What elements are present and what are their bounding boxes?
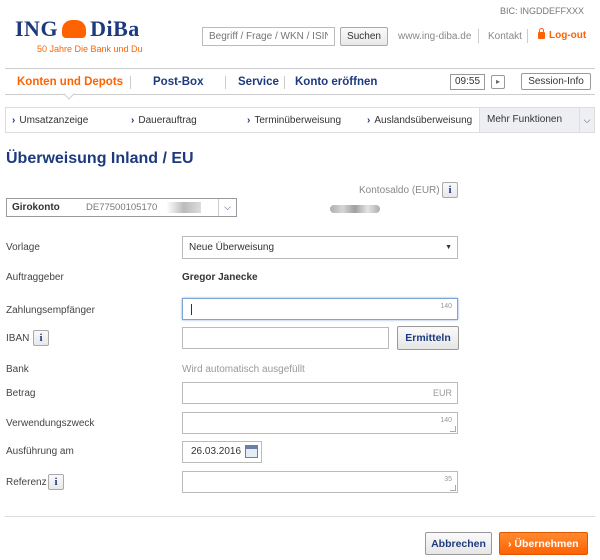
chevron-right-icon: › (131, 115, 135, 126)
account-select[interactable]: Girokonto DE77500105170 ⌵ (6, 198, 237, 217)
empfaenger-char-counter: 140 (440, 303, 452, 310)
subnav-label: Umsatzanzeige (19, 115, 89, 126)
submit-label: Übernehmen (514, 537, 579, 550)
search-button[interactable]: Suchen (340, 27, 388, 46)
bank-label: Bank (6, 364, 29, 375)
vorlage-label: Vorlage (6, 242, 40, 253)
ausfuehrung-date-input[interactable]: 26.03.2016 (182, 441, 262, 463)
subnav-dauerauftrag[interactable]: › Dauerauftrag (131, 115, 197, 126)
bic-code: BIC: INGDDEFFXXX (499, 6, 584, 16)
subnav-label: Terminüberweisung (254, 115, 342, 126)
currency-label: EUR (432, 388, 452, 398)
nav-service[interactable]: Service (238, 76, 279, 88)
vorlage-select[interactable]: Neue Überweisung ▼ (182, 236, 458, 259)
empfaenger-label: Zahlungsempfänger (6, 305, 95, 316)
chevron-right-icon: › (508, 537, 512, 550)
dropdown-arrow-icon: ▼ (445, 244, 452, 251)
chevron-down-icon[interactable]: ⌵ (579, 108, 594, 132)
verwendungszweck-label: Verwendungszweck (6, 418, 95, 429)
betrag-label: Betrag (6, 388, 36, 399)
info-icon[interactable]: i (48, 474, 64, 490)
auftraggeber-label: Auftraggeber (6, 272, 64, 283)
chevron-right-icon: › (12, 115, 16, 126)
balance-value-obscured (330, 205, 380, 213)
nav-konto-eroeffnen[interactable]: Konto eröffnen (295, 76, 377, 88)
ing-diba-logo[interactable]: ING DiBa 50 Jahre Die Bank und Du (15, 16, 143, 54)
logout-link[interactable]: Log-out (538, 28, 587, 41)
nav-divider (284, 76, 285, 89)
subnav-terminueberweisung[interactable]: › Terminüberweisung (247, 115, 341, 126)
contact-link[interactable]: Kontakt (488, 31, 522, 42)
chevron-down-icon: ⌵ (218, 199, 236, 216)
verwendungszweck-input[interactable]: 140 (182, 412, 458, 434)
zweck-char-counter: 140 (440, 417, 452, 424)
ermitteln-button[interactable]: Ermitteln (397, 326, 459, 350)
nav-divider (225, 76, 226, 89)
submit-button[interactable]: › Übernehmen (499, 532, 588, 555)
main-navigation: Konten und Depots Post-Box Service Konto… (5, 68, 595, 100)
referenz-label: Referenz (6, 477, 47, 488)
form-divider (5, 516, 595, 517)
header-divider (478, 29, 479, 43)
session-info-button[interactable]: Session-Info (521, 73, 591, 90)
lock-icon (538, 28, 545, 39)
resize-handle[interactable] (450, 485, 456, 491)
bank-value: Wird automatisch ausgefüllt (182, 364, 305, 375)
vorlage-value: Neue Überweisung (189, 242, 275, 253)
calendar-icon[interactable] (245, 445, 258, 458)
nav-divider (130, 76, 131, 89)
refresh-session-icon[interactable]: ▸ (491, 75, 505, 89)
subnav-auslandsueberweisung[interactable]: › Auslandsüberweisung (367, 115, 472, 126)
subnav-label: Dauerauftrag (138, 115, 197, 126)
referenz-char-counter: 35 (444, 476, 452, 483)
chevron-right-icon: › (367, 115, 371, 126)
iban-label: IBAN (6, 333, 30, 344)
header-divider (527, 29, 528, 43)
iban-input[interactable] (182, 327, 389, 349)
nav-post-box[interactable]: Post-Box (153, 76, 203, 88)
text-cursor (191, 304, 192, 315)
lion-icon (62, 20, 87, 38)
betrag-input[interactable]: EUR (182, 382, 458, 404)
sub-navigation: › Umsatzanzeige › Dauerauftrag › Terminüber… (5, 107, 595, 133)
logo-text-diba: DiBa (90, 16, 140, 41)
page-title: Überweisung Inland / EU (6, 150, 194, 167)
logo-text-ing: ING (15, 16, 59, 41)
info-icon[interactable]: i (442, 182, 458, 198)
website-link[interactable]: www.ing-diba.de (398, 31, 471, 42)
active-indicator (63, 88, 75, 100)
more-functions-button[interactable]: Mehr Funktionen (479, 108, 579, 132)
account-name: Girokonto (12, 202, 60, 213)
empfaenger-input[interactable]: 140 (182, 298, 458, 320)
ausfuehrung-label: Ausführung am (6, 446, 74, 457)
logout-label: Log-out (549, 30, 587, 41)
ausfuehrung-value: 26.03.2016 (191, 446, 242, 457)
session-timer: 09:55 (450, 74, 485, 90)
account-iban: DE77500105170 (86, 202, 201, 213)
resize-handle[interactable] (450, 426, 456, 432)
info-icon[interactable]: i (33, 330, 49, 346)
subnav-umsatzanzeige[interactable]: › Umsatzanzeige (12, 115, 88, 126)
referenz-input[interactable]: 35 (182, 471, 458, 493)
nav-konten-und-depots[interactable]: Konten und Depots (17, 76, 123, 88)
subnav-label: Auslandsüberweisung (374, 115, 473, 126)
auftraggeber-value: Gregor Janecke (182, 272, 258, 283)
balance-label: Kontosaldo (EUR) (359, 185, 440, 196)
cancel-button[interactable]: Abbrechen (425, 532, 492, 555)
search-input[interactable] (202, 27, 335, 46)
chevron-right-icon: › (247, 115, 251, 126)
logo-tagline: 50 Jahre Die Bank und Du (37, 44, 143, 54)
